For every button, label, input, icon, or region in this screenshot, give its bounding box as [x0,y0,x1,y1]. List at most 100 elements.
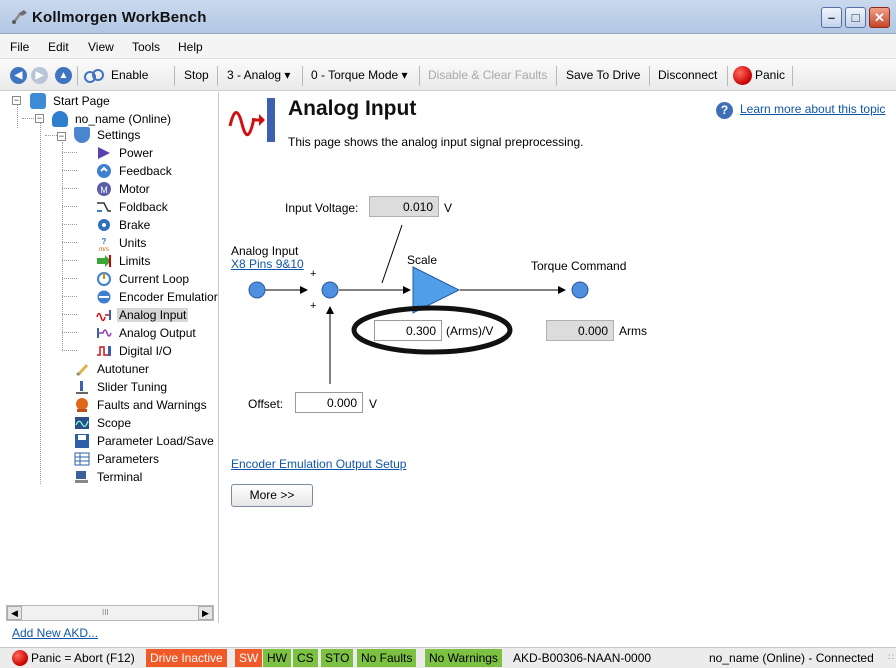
tree-item-current-loop[interactable]: Current Loop [96,270,191,288]
more-button[interactable]: More >> [231,484,313,507]
power-icon [98,147,110,159]
start-page-icon [30,93,46,109]
torque-command-unit: Arms [619,324,647,338]
status-bar: Panic = Abort (F12) Drive Inactive SW HW… [0,647,896,668]
start-page-toggle[interactable]: − [12,96,21,105]
current-loop-icon [97,272,111,286]
tree-item-brake[interactable]: Brake [96,216,152,234]
menu-edit[interactable]: Edit [48,40,69,54]
tree-item-slider-tuning[interactable]: Slider Tuning [74,378,169,396]
input-voltage-label: Input Voltage: [285,201,359,215]
tree-start-page[interactable]: Start Page [30,92,112,110]
parameters-table-icon [74,452,90,466]
units-icon: ?m/s [99,237,109,251]
panic-button[interactable]: Panic [755,68,785,82]
tree-item-terminal[interactable]: Terminal [74,468,144,486]
enable-button[interactable]: Enable [111,68,148,82]
input-voltage-unit: V [444,201,453,215]
panic-shortcut-text: Panic = Abort (F12) [31,651,135,665]
tree-item-scope[interactable]: Scope [74,414,133,432]
connect-icon[interactable] [84,68,104,84]
plus-sign-bottom: + [310,300,317,312]
no-warnings-badge: No Warnings [425,649,502,667]
analog-output-icon [97,328,112,338]
tree-item-power[interactable]: Power [96,144,155,162]
torque-command-label: Torque Command [531,259,627,273]
minimize-button[interactable]: – [821,7,842,28]
device-toggle[interactable]: − [35,114,44,123]
tree-item-limits[interactable]: Limits [96,252,152,270]
tree-item-encoder-emulation[interactable]: Encoder Emulatior [96,288,220,306]
tree-item-parameter-load-save[interactable]: Parameter Load/Save [74,432,216,450]
drive-inactive-badge: Drive Inactive [146,649,227,667]
autotuner-icon [76,364,88,376]
scope-icon [75,417,89,429]
workbench-app-icon [12,10,27,24]
encoder-emulation-setup-link[interactable]: Encoder Emulation Output Setup [231,457,406,471]
tree-item-digital-io[interactable]: Digital I/O [96,342,174,360]
disconnect-button[interactable]: Disconnect [658,68,717,82]
torque-command-node [571,281,589,299]
sto-badge: STO [321,649,354,667]
offset-unit: V [369,397,378,411]
settings-toggle[interactable]: − [57,132,66,141]
scroll-right-icon[interactable]: ▶ [198,606,213,620]
offset-input[interactable]: 0.000 [295,392,363,413]
tree-item-parameters[interactable]: Parameters [74,450,161,468]
command-mode-dropdown[interactable]: 0 - Torque Mode ▾ [311,68,408,82]
plus-sign-top: + [310,268,317,280]
settings-icon [74,127,90,143]
summing-node [321,281,339,299]
svg-text:m/s: m/s [99,247,109,251]
resize-grip-icon[interactable]: ∷ [888,652,894,663]
tree-item-faults-warnings[interactable]: Faults and Warnings [74,396,209,414]
hw-badge: HW [263,649,291,667]
save-to-drive-button[interactable]: Save To Drive [566,68,640,82]
op-mode-dropdown[interactable]: 3 - Analog ▾ [227,68,290,82]
foldback-icon [97,202,111,212]
torque-command-field: 0.000 [546,320,614,341]
slider-tuning-icon [76,381,88,394]
offset-label: Offset: [248,397,284,411]
analog-input-label: Analog Input [231,244,299,258]
faults-warnings-icon [76,398,88,412]
tree-item-foldback[interactable]: Foldback [96,198,170,216]
tree-item-analog-input[interactable]: Analog Input [96,306,189,324]
home-icon[interactable]: ▲ [55,67,72,84]
maximize-icon: □ [851,10,860,25]
back-icon[interactable]: ◀ [10,67,27,84]
scroll-left-icon[interactable]: ◀ [7,606,22,620]
tree-item-units[interactable]: ? m/s Units [96,234,148,252]
stop-button[interactable]: Stop [184,68,209,82]
tree-item-analog-output[interactable]: Analog Output [96,324,198,342]
disable-clear-faults-button[interactable]: Disable & Clear Faults [428,68,547,82]
close-button[interactable]: ✕ [869,7,890,28]
menu-view[interactable]: View [88,40,114,54]
scroll-thumb-grip[interactable]: III [102,608,109,617]
menu-tools[interactable]: Tools [132,40,160,54]
tree-item-autotuner[interactable]: Autotuner [74,360,151,378]
tree-item-motor[interactable]: M Motor [96,180,152,198]
feedback-icon [97,164,111,178]
x8-pins-link[interactable]: X8 Pins 9&10 [231,257,304,271]
panic-icon[interactable] [733,66,752,85]
add-new-akd-link[interactable]: Add New AKD... [12,626,98,640]
menu-file[interactable]: File [10,40,29,54]
tree-horizontal-scrollbar[interactable]: ◀ III ▶ [6,605,214,621]
menu-help[interactable]: Help [178,40,203,54]
motor-icon: M [97,182,111,196]
forward-icon[interactable]: ▶ [31,67,48,84]
analog-input-node [248,281,266,299]
connection-status-text: no_name (Online) - Connected [709,651,874,665]
scale-label: Scale [407,253,438,267]
tree-item-feedback[interactable]: Feedback [96,162,174,180]
toolbar: ◀ ▶ ▲ Enable Stop 3 - Analog ▾ 0 - Torqu… [0,60,896,91]
analog-input-icon [96,310,111,322]
help-icon[interactable]: ? [716,102,733,119]
maximize-button[interactable]: □ [845,7,866,28]
minimize-icon: – [827,10,836,25]
tree-settings[interactable]: Settings [74,126,142,144]
terminal-icon [75,471,88,483]
highlight-ellipse [351,305,513,355]
learn-more-link[interactable]: Learn more about this topic [740,102,885,116]
